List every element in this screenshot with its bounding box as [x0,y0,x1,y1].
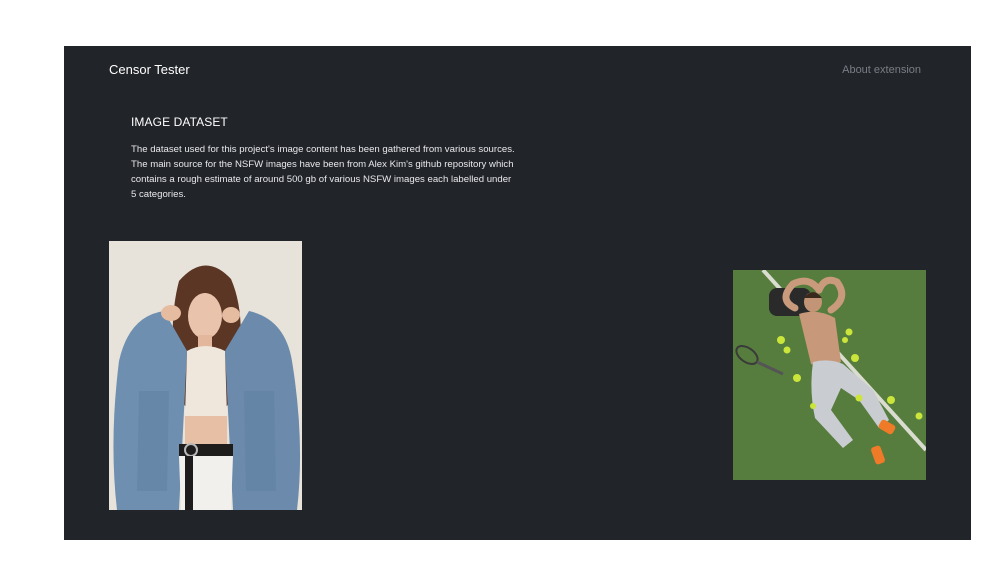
brand-title[interactable]: Censor Tester [109,62,190,77]
dataset-image-woman [109,241,302,510]
woman-photo-icon [109,241,302,510]
tennis-photo-icon [733,270,926,480]
app-window: Censor Tester About extension IMAGE DATA… [64,46,971,540]
about-extension-link[interactable]: About extension [842,64,921,76]
section-body: The dataset used for this project's imag… [131,144,515,200]
section-title: IMAGE DATASET [131,115,228,129]
dataset-image-tennis [733,270,926,480]
